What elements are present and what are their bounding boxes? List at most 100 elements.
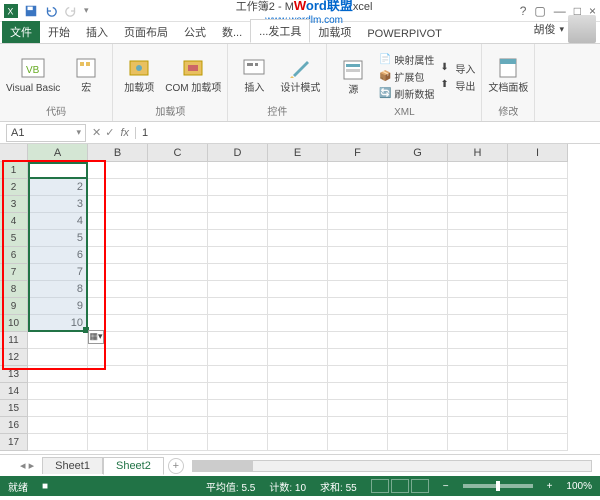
cell[interactable]	[268, 434, 328, 451]
normal-view-icon[interactable]	[371, 479, 389, 493]
cell[interactable]	[268, 179, 328, 196]
cell[interactable]	[208, 247, 268, 264]
cell[interactable]	[268, 230, 328, 247]
cell[interactable]	[268, 400, 328, 417]
cell[interactable]	[88, 213, 148, 230]
zoom-level[interactable]: 100%	[566, 481, 592, 492]
cell[interactable]: 9	[28, 298, 88, 315]
column-header[interactable]: A	[28, 144, 88, 162]
cell[interactable]	[208, 162, 268, 179]
cell[interactable]	[208, 383, 268, 400]
row-header[interactable]: 2	[0, 179, 28, 196]
user-area[interactable]: 胡俊 ▾	[533, 15, 600, 43]
cell[interactable]	[508, 213, 568, 230]
cell[interactable]	[268, 366, 328, 383]
cell[interactable]	[88, 417, 148, 434]
cell[interactable]	[148, 332, 208, 349]
com-addins-button[interactable]: COM 加载项	[165, 55, 221, 94]
cell[interactable]	[508, 383, 568, 400]
cell[interactable]	[448, 349, 508, 366]
cell[interactable]	[268, 417, 328, 434]
cell[interactable]	[448, 383, 508, 400]
cell[interactable]	[208, 434, 268, 451]
cell[interactable]	[388, 366, 448, 383]
cell[interactable]	[208, 213, 268, 230]
cell[interactable]	[328, 230, 388, 247]
cell[interactable]	[388, 179, 448, 196]
cell[interactable]: 7	[28, 264, 88, 281]
addins-button[interactable]: 加载项	[119, 55, 159, 94]
row-header[interactable]: 3	[0, 196, 28, 213]
row-header[interactable]: 11	[0, 332, 28, 349]
cell[interactable]	[508, 417, 568, 434]
name-box[interactable]: A1 ▾	[6, 124, 86, 142]
cell[interactable]	[208, 179, 268, 196]
cell[interactable]: 1	[28, 162, 88, 179]
cell[interactable]	[208, 281, 268, 298]
cell[interactable]	[328, 264, 388, 281]
page-layout-view-icon[interactable]	[391, 479, 409, 493]
zoom-slider[interactable]	[463, 484, 533, 488]
row-header[interactable]: 6	[0, 247, 28, 264]
column-header[interactable]: B	[88, 144, 148, 162]
cell[interactable]	[508, 315, 568, 332]
cell[interactable]	[508, 247, 568, 264]
cell[interactable]	[508, 349, 568, 366]
cell[interactable]	[148, 247, 208, 264]
undo-icon[interactable]	[44, 4, 58, 18]
redo-icon[interactable]	[64, 4, 78, 18]
cell[interactable]	[208, 349, 268, 366]
cell[interactable]	[88, 281, 148, 298]
cell[interactable]	[148, 196, 208, 213]
row-header[interactable]: 15	[0, 400, 28, 417]
fx-icon[interactable]: fx	[120, 127, 129, 139]
cell[interactable]	[148, 298, 208, 315]
cell[interactable]	[148, 400, 208, 417]
cell[interactable]	[268, 315, 328, 332]
sheet-nav[interactable]: ◂ ▸	[20, 459, 34, 472]
insert-control-button[interactable]: 插入	[234, 55, 274, 94]
row-header[interactable]: 9	[0, 298, 28, 315]
cell[interactable]	[388, 247, 448, 264]
cell[interactable]	[508, 162, 568, 179]
cell[interactable]	[88, 298, 148, 315]
xml-source-button[interactable]: 源	[333, 57, 373, 96]
cell[interactable]	[448, 179, 508, 196]
cell[interactable]	[448, 281, 508, 298]
cell[interactable]	[388, 281, 448, 298]
sheet-tab-1[interactable]: Sheet1	[42, 457, 103, 474]
cell[interactable]	[28, 417, 88, 434]
cell[interactable]	[448, 417, 508, 434]
cell[interactable]: 10	[28, 315, 88, 332]
cell[interactable]	[148, 264, 208, 281]
cell[interactable]	[328, 434, 388, 451]
tab-developer[interactable]: ...发工具	[250, 19, 310, 43]
cell[interactable]	[448, 434, 508, 451]
select-all-corner[interactable]	[0, 144, 28, 162]
cell[interactable]	[328, 400, 388, 417]
row-header[interactable]: 13	[0, 366, 28, 383]
cell[interactable]	[328, 332, 388, 349]
cell[interactable]	[148, 179, 208, 196]
cell[interactable]	[448, 400, 508, 417]
zoom-in-button[interactable]: +	[547, 481, 553, 492]
cell[interactable]	[88, 264, 148, 281]
column-header[interactable]: I	[508, 144, 568, 162]
cell[interactable]	[88, 179, 148, 196]
cell[interactable]	[448, 162, 508, 179]
cell[interactable]	[388, 332, 448, 349]
cell[interactable]	[28, 383, 88, 400]
tab-powerpivot[interactable]: POWERPIVOT	[359, 25, 450, 43]
cell[interactable]	[88, 366, 148, 383]
zoom-out-button[interactable]: −	[443, 481, 449, 492]
cell[interactable]: 6	[28, 247, 88, 264]
cell[interactable]	[388, 400, 448, 417]
cell[interactable]	[448, 315, 508, 332]
tab-file[interactable]: 文件	[2, 21, 40, 43]
cell[interactable]	[508, 196, 568, 213]
cell[interactable]	[388, 162, 448, 179]
cell[interactable]	[388, 230, 448, 247]
cell[interactable]	[508, 179, 568, 196]
cell[interactable]	[328, 213, 388, 230]
column-header[interactable]: D	[208, 144, 268, 162]
